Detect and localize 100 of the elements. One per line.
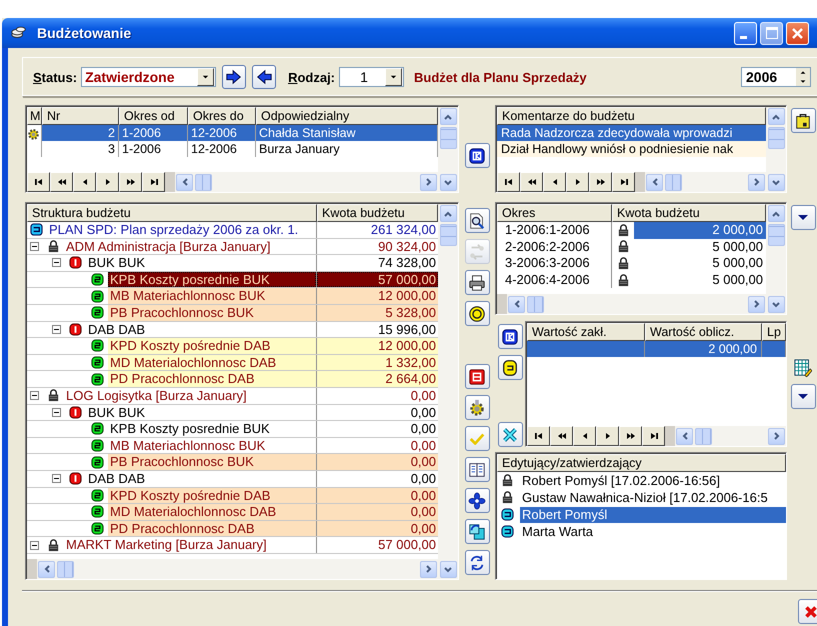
column-header[interactable]: Okres od — [119, 107, 188, 125]
tree-item-label[interactable]: MD Materialochlonnosc DAB — [108, 354, 316, 370]
tree-item-label[interactable]: MD Materialochlonnosc DAB — [108, 504, 316, 520]
table-cell[interactable]: Chałda Stanisław — [256, 125, 438, 141]
scroll-down-button[interactable] — [440, 174, 456, 191]
column-header[interactable]: Odpowiedzialny — [256, 107, 438, 125]
navigation-button[interactable] — [96, 172, 119, 192]
scroll-thumb[interactable] — [665, 174, 682, 190]
column-header[interactable]: Wartość zakł. — [527, 323, 645, 341]
scroll-right-button[interactable] — [748, 296, 765, 312]
table-cell[interactable] — [762, 341, 786, 357]
toolbar-button[interactable] — [464, 519, 490, 544]
tree-item-label[interactable]: MB Materiachlonnosc BUK — [108, 288, 316, 304]
column-header[interactable]: Lp — [762, 323, 786, 341]
toolbar-button[interactable] — [464, 395, 490, 420]
table-cell[interactable]: Rada Nadzorcza zdecydowała wprowadzi — [497, 125, 766, 141]
scroll-thumb[interactable] — [440, 224, 456, 246]
table-cell[interactable]: 2 — [42, 125, 119, 141]
type-dropdown[interactable]: 1 — [339, 67, 404, 87]
tree-item-label[interactable]: DAB DAB — [86, 322, 316, 338]
scroll-left-button[interactable] — [646, 174, 663, 190]
tree-item-label[interactable]: LOG Logisytka [Burza January] — [64, 388, 316, 404]
table-cell[interactable]: 4-2006:4-2006 — [497, 272, 612, 288]
list-item[interactable]: Robert Pomyśl — [520, 506, 786, 522]
toolbar-button[interactable] — [464, 550, 490, 575]
tree-item-label[interactable]: KPB Koszty posrednie BUK — [108, 272, 316, 288]
scroll-down-button[interactable] — [768, 296, 784, 313]
navigation-button[interactable] — [119, 172, 142, 192]
tree-item-label[interactable]: KPD Koszty pośrednie DAB — [108, 338, 316, 354]
tree-item-label[interactable]: KPD Koszty pośrednie DAB — [108, 488, 316, 504]
navigation-button[interactable] — [497, 172, 520, 192]
column-header[interactable]: M — [27, 107, 42, 125]
table-cell[interactable]: 1-2006 — [119, 125, 188, 141]
toolbar-button[interactable] — [464, 143, 490, 168]
table-cell[interactable]: 5 000,00 — [634, 238, 766, 256]
column-header[interactable]: Struktura budżetu — [27, 204, 317, 222]
close-button[interactable] — [798, 599, 817, 624]
expand-toggle[interactable] — [30, 540, 39, 550]
scroll-down-button[interactable] — [440, 561, 456, 578]
toolbar-button[interactable] — [464, 301, 490, 326]
previous-button[interactable] — [252, 65, 276, 89]
expand-toggle[interactable] — [30, 242, 39, 251]
tree-item-label[interactable]: MB Materiachlonnosc BUK — [108, 438, 316, 454]
list-item[interactable]: Robert Pomyśl [17.02.2006-16:56] — [520, 472, 786, 488]
navigation-button[interactable] — [589, 172, 612, 192]
scroll-up-button[interactable] — [440, 205, 456, 222]
tree-item-label[interactable]: PB Pracochlonnosc BUK — [108, 454, 316, 470]
toolbar-button[interactable] — [464, 208, 490, 233]
scroll-thumb[interactable] — [768, 224, 784, 246]
scroll-left-button[interactable] — [38, 560, 55, 578]
column-header[interactable]: Edytujący/zatwierdzający — [497, 454, 786, 472]
scroll-thumb[interactable] — [527, 296, 544, 312]
column-header[interactable]: Komentarze do budżetu — [497, 107, 766, 125]
column-header[interactable]: Wartość oblicz. — [645, 323, 762, 341]
navigation-button[interactable] — [520, 172, 543, 192]
year-spinner[interactable]: 2006 — [741, 67, 811, 87]
scroll-up-button[interactable] — [440, 108, 456, 125]
tree-item-label[interactable]: PLAN SPD: Plan sprzedaży 2006 za okr. 1. — [47, 222, 316, 238]
navigation-button[interactable] — [619, 426, 642, 446]
scroll-thumb[interactable] — [695, 428, 712, 444]
table-cell[interactable]: 2 000,00 — [645, 341, 762, 357]
tree-item-label[interactable]: PD Pracochlonnosc DAB — [108, 371, 316, 387]
scroll-right-button[interactable] — [748, 174, 765, 190]
list-item[interactable]: Gustaw Nawałnica-Nizioł [17.02.2006-16:5 — [520, 490, 786, 506]
tree-item-label[interactable]: ADM Administracja [Burza January] — [64, 238, 316, 254]
column-header[interactable]: Okres do — [188, 107, 256, 125]
toolbar-button[interactable] — [790, 384, 816, 409]
scroll-left-button[interactable] — [676, 428, 693, 444]
toolbar-button[interactable] — [464, 488, 490, 513]
navigation-button[interactable] — [596, 426, 619, 446]
table-cell[interactable]: 12-2006 — [188, 125, 256, 141]
scroll-left-button[interactable] — [176, 174, 193, 190]
tree-item-label[interactable]: PD Pracochlonnosc DAB — [108, 520, 316, 536]
scroll-thumb[interactable] — [440, 127, 456, 149]
expand-toggle[interactable] — [52, 408, 61, 417]
status-dropdown[interactable]: Zatwierdzone — [81, 67, 216, 87]
toolbar-button[interactable] — [498, 324, 522, 349]
table-cell[interactable]: 2-2006:2-2006 — [497, 238, 612, 256]
scroll-down-button[interactable] — [768, 174, 784, 191]
list-item[interactable]: Marta Warta — [520, 524, 786, 540]
expand-toggle[interactable] — [52, 474, 61, 484]
expand-toggle[interactable] — [52, 258, 61, 268]
navigation-button[interactable] — [527, 426, 550, 446]
table-cell[interactable]: 1-2006 — [119, 141, 188, 157]
toolbar-button[interactable] — [464, 364, 490, 389]
tree-item-label[interactable]: PB Pracochlonnosc BUK — [108, 304, 316, 321]
scroll-up-button[interactable] — [768, 108, 784, 125]
table-cell[interactable]: 3 — [42, 141, 119, 157]
toolbar-button[interactable] — [790, 205, 816, 230]
navigation-button[interactable] — [543, 172, 566, 192]
navigation-button[interactable] — [73, 172, 96, 192]
scroll-thumb[interactable] — [195, 174, 212, 190]
next-button[interactable] — [222, 65, 246, 89]
expand-toggle[interactable] — [30, 391, 39, 400]
scroll-thumb[interactable] — [57, 560, 74, 578]
scroll-up-button[interactable] — [768, 205, 784, 222]
scroll-thumb[interactable] — [768, 127, 784, 149]
scroll-right-button[interactable] — [768, 428, 785, 444]
table-cell[interactable]: 1-2006:1-2006 — [497, 222, 612, 239]
navigation-button[interactable] — [573, 426, 596, 446]
